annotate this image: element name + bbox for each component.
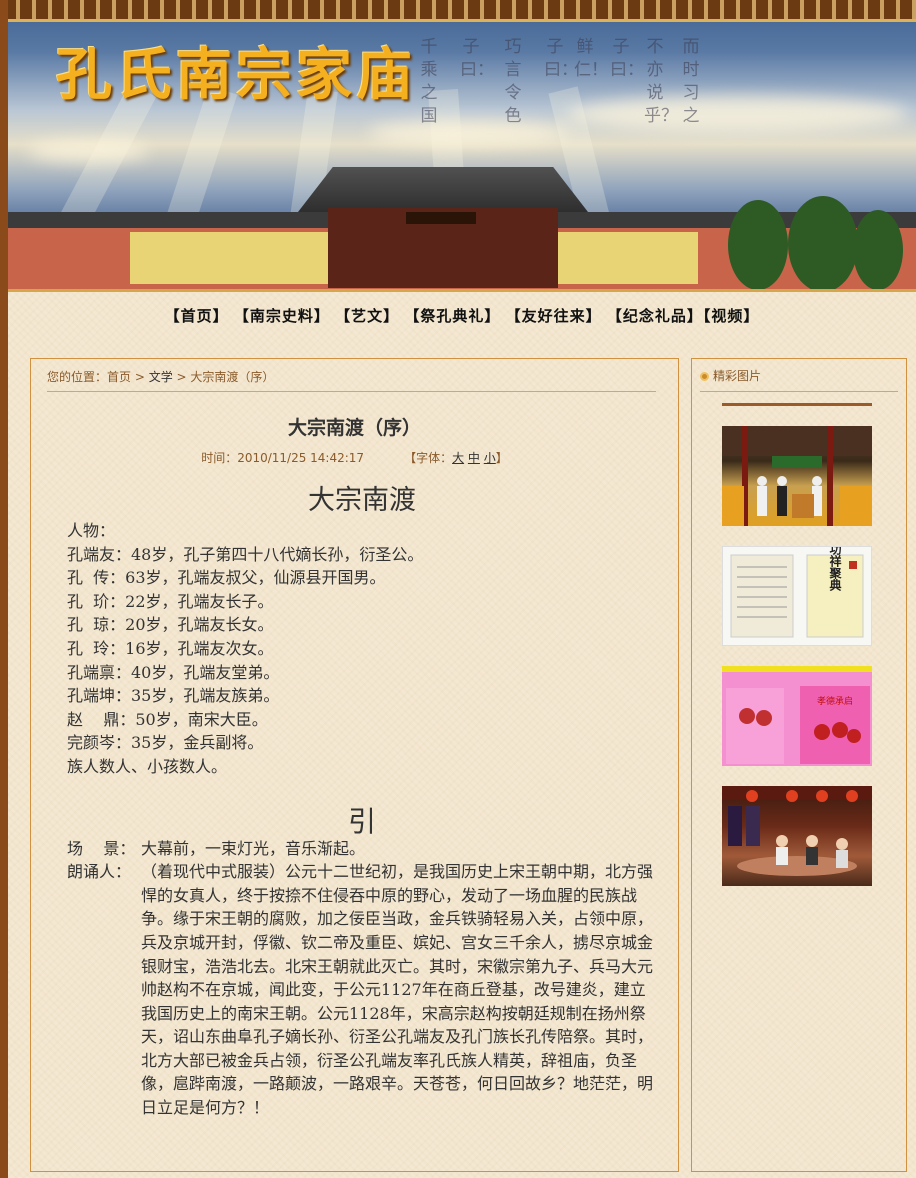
breadcrumb-home[interactable]: 首页 bbox=[107, 370, 131, 384]
character-line: 孔 玲：16岁，孔端友次女。 bbox=[67, 638, 274, 658]
character-line: 孔端友：48岁，孔子第四十八代嫡长孙，衍圣公。 bbox=[67, 544, 424, 564]
character-line: 孔 传：63岁，孔端友叔父，仙源县开国男。 bbox=[67, 568, 386, 588]
banquet-photo-icon bbox=[722, 786, 872, 876]
sidebar-accent-bar bbox=[722, 403, 872, 406]
page-frame: 孔氏南宗家庙 千乘之国 子曰： 巧言令色 子曰： 鲜仁！ 子曰： 不亦说乎？ 而… bbox=[8, 0, 916, 1178]
scene-line: 场 景： 大幕前，一束灯光，音乐渐起。 bbox=[67, 837, 657, 861]
scene-label: 场 景： bbox=[67, 838, 136, 858]
divider bbox=[700, 391, 898, 392]
gift-photo-icon: 孝德承启 bbox=[722, 666, 872, 764]
narrator-label: 朗诵人： bbox=[67, 862, 132, 882]
breadcrumb-current: 大宗南渡（序） bbox=[190, 370, 275, 384]
photo-thumbnail-book[interactable]: 功祥聚典 bbox=[722, 546, 872, 646]
nav-friendship[interactable]: 【友好往来】 bbox=[506, 307, 602, 325]
article-meta: 时间：2010/11/25 14:42:17 【字体：大 中 小】 bbox=[31, 449, 678, 466]
character-line: 孔 玠：22岁，孔端友长子。 bbox=[67, 591, 274, 611]
character-line: 族人数人、小孩数人。 bbox=[67, 756, 228, 776]
sidebar-panel: 精彩图片 功祥聚典 孝德承启 bbox=[691, 358, 907, 1172]
article-body: 大宗南渡 人物： 孔端友：48岁，孔子第四十八代嫡长孙，衍圣公。 孔 传：63岁… bbox=[67, 483, 657, 1120]
font-size-large[interactable]: 大 bbox=[452, 451, 464, 465]
character-line: 孔端坤：35岁，孔端友族弟。 bbox=[67, 686, 280, 706]
photo-thumbnail-banquet[interactable] bbox=[722, 786, 872, 886]
sidebar-heading: 精彩图片 bbox=[700, 367, 761, 384]
narrator-costume: （着现代中式服装） bbox=[141, 862, 286, 882]
calligraphy-column: 千乘之国 bbox=[420, 37, 438, 126]
calligraphy-column: 不亦说乎？ bbox=[644, 37, 678, 126]
photo-thumbnail-gift[interactable]: 孝德承启 bbox=[722, 666, 872, 766]
narrator-text: 公元十二世纪初，是我国历史上宋王朝中期，北方强悍的女真人，终于按捺不住侵吞中原的… bbox=[141, 862, 654, 1118]
font-size-label: 【字体： bbox=[404, 451, 453, 465]
divider bbox=[47, 391, 656, 392]
wall-inscription-panel bbox=[130, 232, 330, 284]
main-navigation: 【首页】 【南宗史料】 【艺文】 【祭孔典礼】 【友好往来】 【纪念礼品】【视频… bbox=[8, 305, 916, 326]
site-logo-title: 孔氏南宗家庙 bbox=[56, 42, 416, 108]
cloud bbox=[28, 140, 148, 162]
nav-home[interactable]: 【首页】 bbox=[165, 307, 229, 325]
calligraphy-column: 巧言令色 bbox=[504, 37, 522, 126]
nav-arts[interactable]: 【艺文】 bbox=[335, 307, 399, 325]
breadcrumb-category[interactable]: 文学 bbox=[149, 370, 173, 384]
cloud bbox=[368, 120, 568, 146]
wall-inscription-panel bbox=[548, 232, 698, 284]
doc-heading: 大宗南渡 bbox=[308, 485, 416, 516]
section-heading: 引 bbox=[347, 804, 376, 838]
article-panel: 您的位置：首页 > 文学 > 大宗南渡（序） 大宗南渡（序） 时间：2010/1… bbox=[30, 358, 679, 1172]
character-line: 孔 琼：20岁，孔端友长女。 bbox=[67, 615, 274, 635]
font-size-medium[interactable]: 中 bbox=[468, 451, 480, 465]
ceremony-photo-icon bbox=[722, 426, 872, 526]
character-line: 赵 鼎：50岁，南宋大臣。 bbox=[67, 709, 268, 729]
calligraphy-column: 子曰： bbox=[460, 37, 494, 80]
book-photo-icon: 功祥聚典 bbox=[730, 547, 864, 638]
calligraphy-column: 子曰： bbox=[544, 37, 578, 80]
nav-nanzong-history[interactable]: 【南宗史料】 bbox=[234, 307, 330, 325]
nav-ceremony[interactable]: 【祭孔典礼】 bbox=[404, 307, 500, 325]
calligraphy-column: 子曰： bbox=[610, 37, 644, 80]
character-line: 完颜岑：35岁，金兵副将。 bbox=[67, 733, 264, 753]
cloud bbox=[568, 96, 908, 132]
sidebar-heading-text: 精彩图片 bbox=[713, 369, 762, 383]
site-banner: 孔氏南宗家庙 千乘之国 子曰： 巧言令色 子曰： 鲜仁！ 子曰： 不亦说乎？ 而… bbox=[8, 0, 916, 292]
temple-plaque bbox=[406, 212, 476, 224]
calligraphy-column: 而时习之 bbox=[682, 37, 700, 126]
nav-gifts[interactable]: 【纪念礼品】 bbox=[607, 307, 703, 325]
gift-box-title: 孝德承启 bbox=[817, 695, 853, 707]
tree bbox=[728, 200, 788, 289]
character-line: 孔端禀：40岁，孔端友堂弟。 bbox=[67, 662, 280, 682]
breadcrumb-separator: > bbox=[172, 370, 191, 384]
publish-time: 时间：2010/11/25 14:42:17 bbox=[201, 451, 365, 465]
temple-roof bbox=[298, 167, 588, 212]
bullet-icon bbox=[700, 372, 709, 381]
banner-border bbox=[8, 0, 916, 22]
tree bbox=[853, 210, 903, 289]
narrator-paragraph: 朗诵人： （着现代中式服装）公元十二世纪初，是我国历史上宋王朝中期，北方强悍的女真… bbox=[67, 860, 657, 1120]
tree bbox=[788, 196, 858, 289]
nav-video[interactable]: 【视频】 bbox=[703, 307, 760, 325]
breadcrumb-prefix: 您的位置： bbox=[47, 370, 108, 384]
font-size-small[interactable]: 小 bbox=[484, 451, 496, 465]
article-title: 大宗南渡（序） bbox=[287, 417, 421, 439]
scene-text: 大幕前，一束灯光，音乐渐起。 bbox=[141, 838, 366, 858]
photo-thumbnail-ceremony[interactable] bbox=[722, 426, 872, 526]
breadcrumb: 您的位置：首页 > 文学 > 大宗南渡（序） bbox=[47, 368, 274, 385]
font-size-close: 】 bbox=[495, 451, 508, 465]
calligraphy-column: 鲜仁！ bbox=[574, 37, 608, 80]
book-cover-title: 功祥聚典 bbox=[828, 547, 842, 592]
characters-label: 人物： bbox=[67, 521, 116, 540]
breadcrumb-separator: > bbox=[131, 370, 149, 384]
